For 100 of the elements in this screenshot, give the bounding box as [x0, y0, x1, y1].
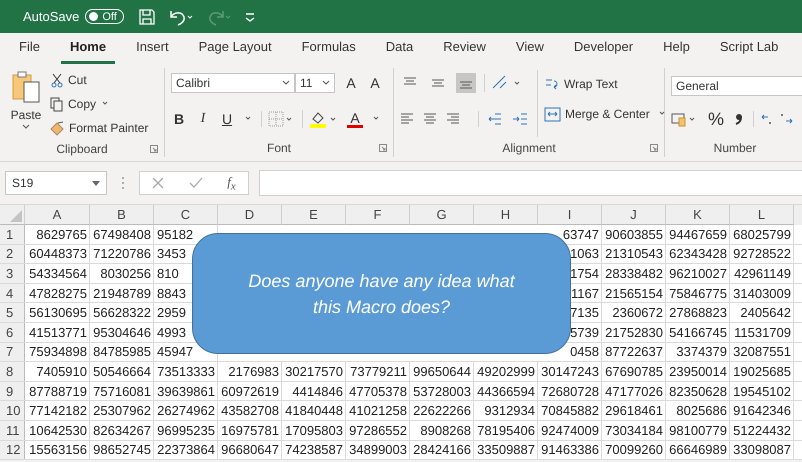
percent-style-button[interactable]: %	[707, 108, 725, 130]
column-header[interactable]: I	[538, 205, 602, 225]
bold-button[interactable]: B	[171, 111, 187, 127]
table-cell: 70099260	[605, 442, 663, 458]
ribbon-tab[interactable]: Review	[434, 39, 495, 64]
table-cell: 7405910	[36, 364, 87, 379]
format-painter-button[interactable]: Format Painter	[50, 118, 148, 138]
ribbon-tab[interactable]: File	[10, 39, 49, 64]
column-header[interactable]: C	[154, 205, 218, 225]
row-header[interactable]: 4	[0, 284, 25, 302]
ribbon-tab[interactable]: Home	[60, 39, 116, 64]
table-cell: 7135	[570, 305, 599, 320]
row-header[interactable]: 5	[0, 303, 25, 322]
ribbon-tab[interactable]: Help	[654, 39, 699, 64]
table-cell: 47828275	[29, 286, 87, 301]
table-cell: 42961149	[734, 266, 791, 281]
font-size-dropdown[interactable]: 11	[295, 73, 335, 93]
table-cell: 43582708	[221, 403, 279, 418]
table-cell: 8025686	[676, 403, 727, 418]
italic-button[interactable]: I	[195, 111, 211, 127]
enter-icon[interactable]	[188, 177, 203, 189]
column-header[interactable]: E	[282, 205, 346, 225]
column-header[interactable]: B	[90, 205, 154, 225]
column-header[interactable]: L	[730, 205, 794, 225]
table-cell: 19025685	[733, 364, 791, 379]
save-icon[interactable]	[138, 8, 156, 26]
table-cell: 45947	[157, 344, 194, 360]
borders-icon[interactable]	[261, 111, 294, 127]
ribbon-tab[interactable]: Insert	[127, 39, 178, 64]
row-header[interactable]: 7	[0, 342, 25, 362]
ribbon-tab[interactable]: Data	[376, 39, 422, 64]
table-cell: 17095803	[285, 422, 343, 438]
font-color-button[interactable]: A	[347, 110, 363, 128]
row-header[interactable]: 11	[0, 420, 25, 440]
wrap-text-button[interactable]: Wrap Text	[544, 74, 668, 94]
table-cell: 73779211	[350, 364, 407, 379]
ribbon-tab[interactable]: View	[506, 39, 553, 64]
insert-function-button[interactable]: f$_{x}$	[227, 174, 236, 192]
row-header[interactable]: 10	[0, 401, 25, 420]
grow-font-button[interactable]: A	[343, 75, 359, 91]
merge-center-button[interactable]: Merge & Center	[544, 104, 668, 124]
comma-style-icon[interactable]	[733, 111, 745, 127]
column-header[interactable]: H	[474, 205, 538, 225]
row-header[interactable]: 6	[0, 322, 25, 342]
copy-button[interactable]: Copy	[50, 94, 148, 114]
number-format-dropdown[interactable]: General	[671, 76, 802, 96]
table-cell: 41021258	[349, 403, 407, 418]
autosave-toggle[interactable]: Off	[85, 9, 124, 24]
table-cell: 4993	[157, 324, 186, 340]
row-header[interactable]: 9	[0, 382, 25, 400]
dialog-launcher-icon[interactable]	[379, 144, 387, 152]
column-header[interactable]: D	[218, 205, 282, 225]
dialog-launcher-icon[interactable]	[150, 145, 158, 153]
cut-button[interactable]: Cut	[50, 70, 148, 90]
table-cell: 51224432	[733, 422, 791, 438]
shrink-font-button[interactable]: A	[367, 75, 383, 91]
drag-handle-icon[interactable]	[121, 176, 125, 190]
font-name-dropdown[interactable]: Calibri	[171, 73, 295, 93]
decimal-icons-drawing[interactable]	[753, 111, 794, 127]
row-header[interactable]: 8	[0, 362, 25, 381]
table-cell: 73034184	[605, 422, 663, 438]
caret-icon[interactable]	[243, 116, 253, 122]
table-cell: 0458	[570, 344, 599, 360]
table-cell: 67690785	[605, 364, 663, 379]
table-cell: 8843	[157, 286, 186, 301]
table-cell: 21948789	[93, 286, 151, 301]
table-cell: 47177026	[605, 384, 663, 399]
table-cell: 98652745	[93, 442, 151, 458]
table-cell: 2959	[157, 305, 186, 320]
table-cell: 2360672	[612, 305, 663, 320]
name-box[interactable]: S19	[5, 171, 107, 195]
table-cell: 11531709	[734, 324, 791, 340]
column-header[interactable]: G	[410, 205, 474, 225]
table-cell: 95182	[157, 226, 194, 242]
table-cell: 60448373	[29, 246, 87, 262]
ribbon-tab[interactable]: Script Lab	[710, 39, 788, 64]
table-cell: 32087551	[733, 344, 791, 360]
vertical-align-button[interactable]	[456, 73, 476, 93]
table-cell: 50546664	[93, 364, 151, 379]
paste-button[interactable]: Paste	[6, 70, 42, 138]
ribbon-tab[interactable]: Page Layout	[190, 39, 281, 64]
dialog-launcher-icon[interactable]	[650, 144, 658, 152]
cancel-icon[interactable]	[152, 177, 164, 189]
table-cell: 63747	[562, 226, 599, 242]
row-header[interactable]: 1	[0, 225, 25, 244]
table-cell: 67498408	[93, 226, 151, 242]
row-header[interactable]: 3	[0, 264, 25, 283]
caret-icon[interactable]	[371, 116, 381, 122]
column-header[interactable]: A	[25, 205, 90, 225]
row-header[interactable]: 2	[0, 244, 25, 264]
ribbon-tab[interactable]: Developer	[564, 39, 642, 64]
formula-input[interactable]	[259, 170, 802, 196]
column-header[interactable]: F	[346, 205, 410, 225]
column-header[interactable]: K	[666, 205, 730, 225]
indent-icons-drawing[interactable]	[478, 111, 529, 127]
row-header[interactable]: 12	[0, 440, 25, 460]
ribbon-tab[interactable]: Formulas	[292, 39, 365, 64]
column-header[interactable]: J	[602, 205, 666, 225]
table-cell: 4414846	[292, 384, 343, 399]
underline-button[interactable]: U	[219, 111, 235, 127]
